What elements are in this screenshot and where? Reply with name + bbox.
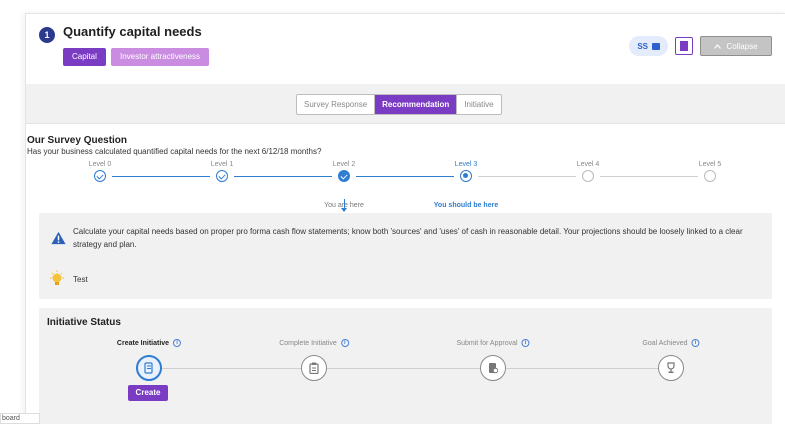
- level-1-check-icon: [216, 170, 228, 182]
- level-5-label: Level 5: [698, 161, 722, 168]
- info-icon[interactable]: i: [173, 339, 182, 347]
- clipboard-icon: [309, 362, 319, 374]
- level-2-label: Level 2: [332, 161, 356, 168]
- level-connector: [356, 176, 454, 177]
- level-4-empty-icon: [582, 170, 594, 182]
- tag-capital[interactable]: Capital: [63, 48, 106, 66]
- partial-board-label[interactable]: board: [0, 413, 40, 424]
- tabs-band: Survey Response Recommendation Initiativ…: [26, 84, 785, 124]
- level-0-check-icon: [94, 170, 106, 182]
- level-0-label: Level 0: [88, 161, 112, 168]
- tab-recommendation[interactable]: Recommendation: [374, 95, 457, 114]
- level-connector: [112, 176, 210, 177]
- level-3-label: Level 3: [454, 161, 478, 168]
- step-label-text: Goal Achieved: [642, 339, 688, 347]
- level-5-empty-icon: [704, 170, 716, 182]
- view-tabs: Survey Response Recommendation Initiativ…: [296, 94, 502, 115]
- chevron-up-icon: [714, 43, 722, 49]
- level-stepper: Level 0 Level 1 Level 2 Level 3 Level 4 …: [26, 159, 785, 214]
- edit-icon: [652, 42, 660, 50]
- level-3-target-icon: [460, 170, 472, 182]
- collapse-button[interactable]: Collapse: [700, 36, 772, 56]
- step-goal-achieved-label: Goal Achieved i: [642, 339, 700, 347]
- edit-document-icon: [144, 362, 153, 374]
- level-1-label: Level 1: [210, 161, 234, 168]
- goal-achieved-node: [658, 355, 684, 381]
- tag-investor-attractiveness[interactable]: Investor attractiveness: [111, 48, 210, 66]
- initiative-status-box: Initiative Status Create Initiative i Co…: [39, 308, 772, 424]
- document-icon: [680, 41, 688, 51]
- status-connector: [506, 368, 658, 369]
- submit-for-approval-node: [480, 355, 506, 381]
- recommendation-text: Calculate your capital needs based on pr…: [73, 227, 743, 249]
- trophy-icon: [667, 362, 675, 373]
- step-submit-for-approval-label: Submit for Approval i: [456, 339, 530, 347]
- quantify-capital-needs-card: 1 Quantify capital needs Capital Investo…: [25, 13, 785, 424]
- collapse-label: Collapse: [726, 41, 758, 51]
- level-connector: [600, 176, 698, 177]
- info-icon[interactable]: i: [340, 339, 349, 347]
- level-connector: [478, 176, 576, 177]
- tab-initiative[interactable]: Initiative: [456, 95, 500, 114]
- status-connector: [162, 368, 302, 369]
- survey-question-title: Our Survey Question: [27, 135, 128, 146]
- lightbulb-icon: [50, 270, 64, 285]
- complete-initiative-node: [301, 355, 327, 381]
- document-button[interactable]: [675, 37, 693, 55]
- create-button[interactable]: Create: [128, 385, 168, 401]
- ss-pill[interactable]: SS: [629, 36, 668, 56]
- note-text: Test: [73, 275, 88, 284]
- step-create-initiative-label: Create Initiative i: [116, 339, 182, 347]
- card-header: 1 Quantify capital needs Capital Investo…: [26, 14, 785, 84]
- card-title: Quantify capital needs: [63, 24, 202, 39]
- down-arrow-icon: [341, 199, 347, 212]
- header-actions: SS Collapse: [629, 36, 772, 56]
- create-initiative-node[interactable]: [136, 355, 162, 381]
- step-complete-initiative-label: Complete Initiative i: [279, 339, 349, 347]
- info-icon[interactable]: i: [691, 339, 700, 347]
- tab-survey-response[interactable]: Survey Response: [297, 95, 374, 114]
- survey-question-text: Has your business calculated quantified …: [27, 147, 322, 156]
- approval-document-icon: [489, 363, 498, 374]
- note-box: Test: [39, 261, 772, 299]
- level-2-current-check-icon: [338, 170, 350, 182]
- info-icon[interactable]: i: [521, 339, 530, 347]
- step-number-badge: 1: [39, 27, 55, 43]
- initiative-status-title: Initiative Status: [47, 317, 121, 328]
- step-label-text: Create Initiative: [116, 339, 170, 347]
- ss-label: SS: [637, 41, 648, 51]
- step-label-text: Complete Initiative: [279, 339, 337, 347]
- level-connector: [234, 176, 332, 177]
- step-label-text: Submit for Approval: [456, 339, 518, 347]
- warning-triangle-icon: [51, 231, 66, 245]
- you-should-be-here-label: You should be here: [433, 202, 499, 209]
- recommendation-box: Calculate your capital needs based on pr…: [39, 213, 772, 264]
- status-connector: [327, 368, 480, 369]
- level-4-label: Level 4: [576, 161, 600, 168]
